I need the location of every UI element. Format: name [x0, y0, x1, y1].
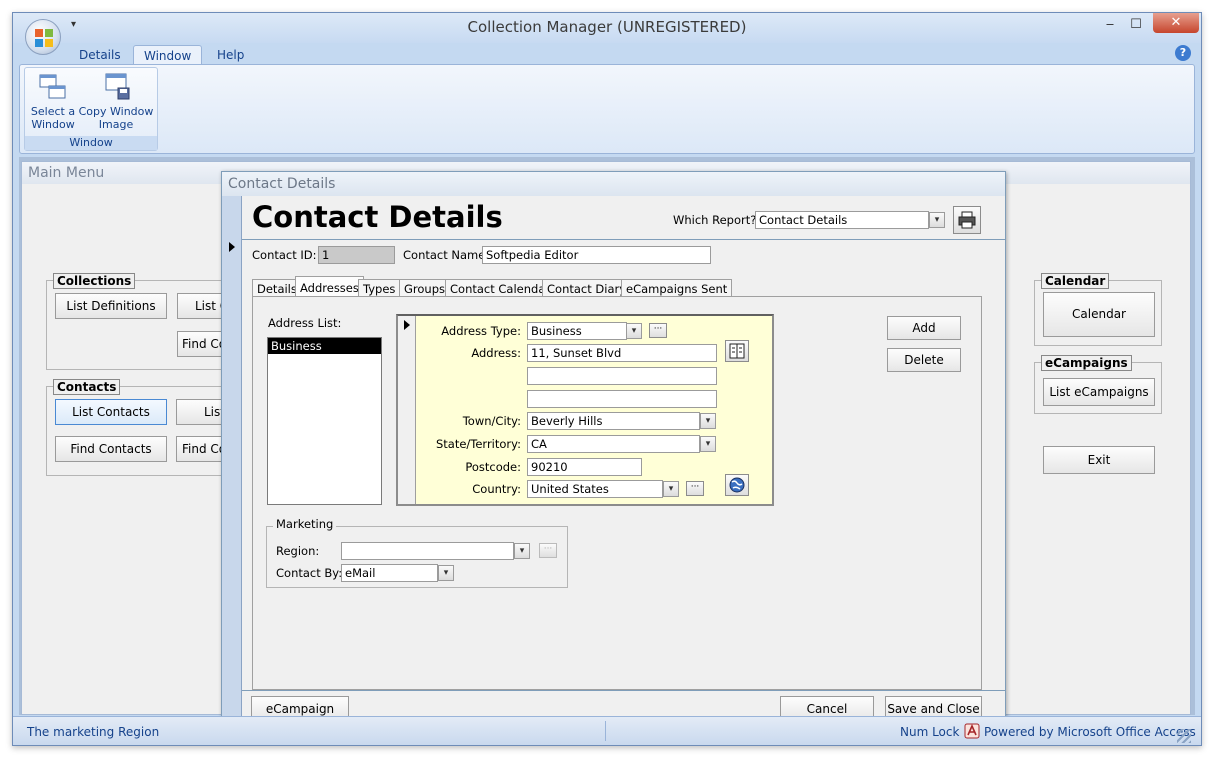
collections-label: Collections — [53, 273, 136, 289]
region-more-button[interactable]: ··· — [539, 543, 557, 558]
postcode-input[interactable]: 90210 — [527, 458, 642, 476]
select-window-label-1: Select a — [30, 105, 76, 118]
address-line1-input[interactable]: 11, Sunset Blvd — [527, 344, 717, 362]
num-lock-indicator: Num Lock — [900, 725, 960, 739]
town-select[interactable]: Beverly Hills — [527, 412, 700, 430]
copy-window-image-icon — [105, 73, 130, 100]
status-divider — [605, 721, 606, 741]
header-divider — [242, 239, 1005, 240]
address-list[interactable]: Business — [267, 337, 382, 505]
quick-access-menu-icon[interactable]: ▾ — [71, 19, 76, 30]
help-icon[interactable]: ? — [1175, 45, 1191, 61]
address-type-dropdown-icon[interactable]: ▾ — [626, 323, 642, 339]
tab-details[interactable]: Details — [69, 45, 131, 65]
app-window: Collection Manager (UNREGISTERED) ▾ ‒ ☐ … — [12, 12, 1202, 746]
office-button[interactable] — [25, 19, 61, 55]
footer-divider — [242, 690, 1005, 691]
window-title: Collection Manager (UNREGISTERED) — [467, 18, 747, 36]
country-dropdown-icon[interactable]: ▾ — [663, 481, 679, 497]
town-dropdown-icon[interactable]: ▾ — [700, 413, 716, 429]
tab-window[interactable]: Window — [133, 45, 203, 65]
ribbon: Select a Window Copy Window Image Window — [19, 64, 1195, 154]
list-item[interactable]: Business — [268, 338, 381, 354]
address-type-select[interactable]: Business — [527, 322, 627, 340]
calendar-label: Calendar — [1041, 273, 1110, 289]
page-title: Contact Details — [252, 200, 503, 234]
subform-record-selector[interactable] — [398, 316, 416, 504]
maximize-icon[interactable]: ☐ — [1125, 16, 1147, 34]
office-logo-icon — [35, 29, 53, 47]
state-select[interactable]: CA — [527, 435, 700, 453]
address-type-more-button[interactable]: ··· — [649, 323, 667, 338]
contacts-label: Contacts — [53, 379, 121, 395]
contact-by-dropdown-icon[interactable]: ▾ — [438, 565, 454, 581]
addresses-tab-pane: Address List: Business Address Type: Bus… — [252, 296, 982, 690]
select-window-button[interactable]: Select a Window — [27, 72, 79, 131]
map-button[interactable] — [725, 474, 749, 496]
ribbon-group-window: Select a Window Copy Window Image Window — [24, 67, 158, 151]
address-subform: Address Type: Business ▾ ··· Address: 11… — [396, 314, 774, 506]
state-label: State/Territory: — [435, 437, 521, 451]
address-book-icon — [729, 343, 745, 359]
contact-by-label: Contact By: — [276, 566, 343, 580]
contact-name-field[interactable]: Softpedia Editor — [482, 246, 711, 264]
region-dropdown-icon[interactable]: ▾ — [514, 543, 530, 559]
access-logo-icon — [964, 723, 980, 739]
add-button[interactable]: Add — [887, 316, 961, 340]
town-label: Town/City: — [462, 414, 521, 428]
contact-id-label: Contact ID: — [252, 248, 317, 262]
list-ecampaigns-button[interactable]: List eCampaigns — [1043, 378, 1155, 406]
copy-window-label-1: Copy Window — [78, 105, 154, 118]
region-select[interactable] — [341, 542, 514, 560]
copy-window-label-2: Image — [98, 118, 134, 131]
powered-by-text: Powered by Microsoft Office Access — [984, 725, 1196, 739]
calendar-button[interactable]: Calendar — [1043, 292, 1155, 337]
minimize-icon[interactable]: ‒ — [1099, 16, 1121, 34]
marketing-label: Marketing — [273, 517, 337, 531]
address-book-button[interactable] — [725, 340, 749, 362]
state-dropdown-icon[interactable]: ▾ — [700, 436, 716, 452]
exit-button[interactable]: Exit — [1043, 446, 1155, 474]
globe-icon — [729, 477, 745, 493]
find-contacts-button[interactable]: Find Contacts — [55, 436, 167, 462]
printer-icon — [958, 211, 976, 229]
record-pointer-icon — [229, 242, 235, 252]
delete-button[interactable]: Delete — [887, 348, 961, 372]
country-select[interactable]: United States — [527, 480, 663, 498]
postcode-label: Postcode: — [465, 460, 521, 474]
title-bar: Collection Manager (UNREGISTERED) ▾ ‒ ☐ … — [13, 13, 1201, 43]
address-line2-input[interactable] — [527, 367, 717, 385]
country-label: Country: — [472, 482, 521, 496]
ribbon-tab-bar: Details Window Help — [13, 43, 1201, 65]
which-report-select[interactable]: Contact Details — [755, 211, 929, 229]
tab-help[interactable]: Help — [207, 45, 254, 65]
record-selector[interactable] — [222, 196, 242, 727]
subform-pointer-icon — [404, 320, 410, 330]
select-window-label-2: Window — [31, 118, 75, 131]
dialog-title: Contact Details — [222, 172, 1005, 196]
which-report-label: Which Report? — [673, 213, 757, 227]
which-report-dropdown-icon[interactable]: ▾ — [929, 212, 945, 228]
resize-grip-icon[interactable] — [1177, 729, 1191, 743]
country-more-button[interactable]: ··· — [686, 481, 704, 496]
contact-id-field: 1 — [318, 246, 395, 264]
address-list-label: Address List: — [268, 316, 342, 330]
copy-window-image-button[interactable]: Copy Window Image — [77, 72, 155, 131]
select-window-icon — [39, 74, 66, 99]
list-contacts-button[interactable]: List Contacts — [55, 399, 167, 425]
list-definitions-button[interactable]: List Definitions — [55, 293, 167, 319]
address-line3-input[interactable] — [527, 390, 717, 408]
close-icon[interactable]: ✕ — [1153, 13, 1199, 33]
address-label: Address: — [471, 346, 521, 360]
ribbon-group-label: Window — [25, 136, 157, 150]
ecampaigns-label: eCampaigns — [1041, 355, 1132, 371]
contact-name-label: Contact Name: — [403, 248, 490, 262]
contact-by-select[interactable]: eMail — [341, 564, 438, 582]
region-label: Region: — [276, 544, 320, 558]
print-button[interactable] — [953, 206, 981, 234]
status-bar: The marketing Region Num Lock Powered by… — [13, 716, 1201, 745]
address-type-label: Address Type: — [441, 324, 521, 338]
status-message: The marketing Region — [27, 725, 160, 739]
contact-details-dialog: Contact Details Contact Details Which Re… — [221, 171, 1006, 728]
